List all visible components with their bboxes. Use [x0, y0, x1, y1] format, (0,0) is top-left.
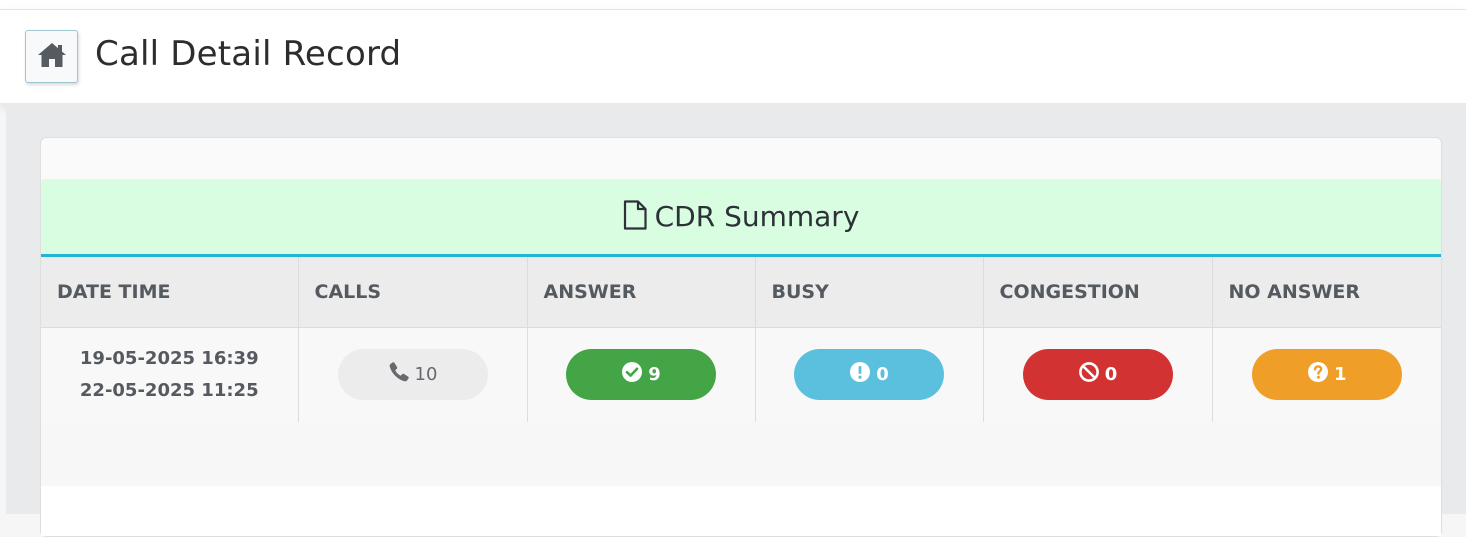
calls-count: 10 [414, 364, 438, 385]
summary-title: CDR Summary [654, 200, 860, 233]
answer-cell: 9 [527, 327, 756, 423]
answer-count: 9 [648, 364, 661, 385]
date-to: 22-05-2025 11:25 [79, 379, 259, 401]
question-circle-icon [1307, 361, 1329, 388]
no-answer-count: 1 [1333, 364, 1347, 385]
column-header-answer: ANSWER [527, 257, 756, 328]
column-header-no-answer: NO ANSWER [1212, 257, 1441, 328]
cdr-summary-card: CDR Summary DATE TIME CALLS ANSWER BUSY … [40, 137, 1442, 537]
congestion-count: 0 [1104, 364, 1118, 385]
column-header-calls: CALLS [298, 257, 528, 328]
calls-cell: 10 [298, 327, 528, 423]
cdr-summary-table: DATE TIME CALLS ANSWER BUSY CONGESTION N… [41, 257, 1441, 423]
busy-count: 0 [876, 364, 889, 385]
date-time-cell: 19-05-2025 16:39 22-05-2025 11:25 [41, 327, 299, 423]
home-button[interactable] [25, 30, 78, 83]
page-title: Call Detail Record [95, 34, 402, 74]
table-row: 19-05-2025 16:39 22-05-2025 11:25 10 9 0… [41, 327, 1441, 423]
answer-badge[interactable]: 9 [566, 349, 716, 400]
table-header-row: DATE TIME CALLS ANSWER BUSY CONGESTION N… [41, 257, 1441, 328]
top-strip [0, 0, 1466, 10]
calls-badge[interactable]: 10 [337, 349, 488, 400]
date-from: 19-05-2025 16:39 [79, 347, 259, 369]
document-icon [623, 199, 647, 234]
card-bottom-area [41, 486, 1441, 536]
ban-icon [1078, 361, 1100, 388]
home-icon [37, 41, 67, 73]
congestion-badge[interactable]: 0 [1022, 349, 1173, 400]
column-header-date-time: DATE TIME [41, 257, 299, 328]
no-answer-badge[interactable]: 1 [1251, 349, 1402, 400]
busy-badge[interactable]: 0 [794, 349, 944, 400]
summary-header: CDR Summary [41, 179, 1441, 257]
column-header-congestion: CONGESTION [983, 257, 1213, 328]
card-footer [41, 422, 1441, 486]
check-circle-icon [621, 361, 643, 388]
exclamation-circle-icon [849, 361, 871, 388]
column-header-busy: BUSY [755, 257, 984, 328]
congestion-cell: 0 [983, 327, 1213, 423]
busy-cell: 0 [755, 327, 984, 423]
page-header: Call Detail Record [0, 10, 1466, 103]
no-answer-cell: 1 [1212, 327, 1441, 423]
phone-icon [388, 361, 410, 388]
